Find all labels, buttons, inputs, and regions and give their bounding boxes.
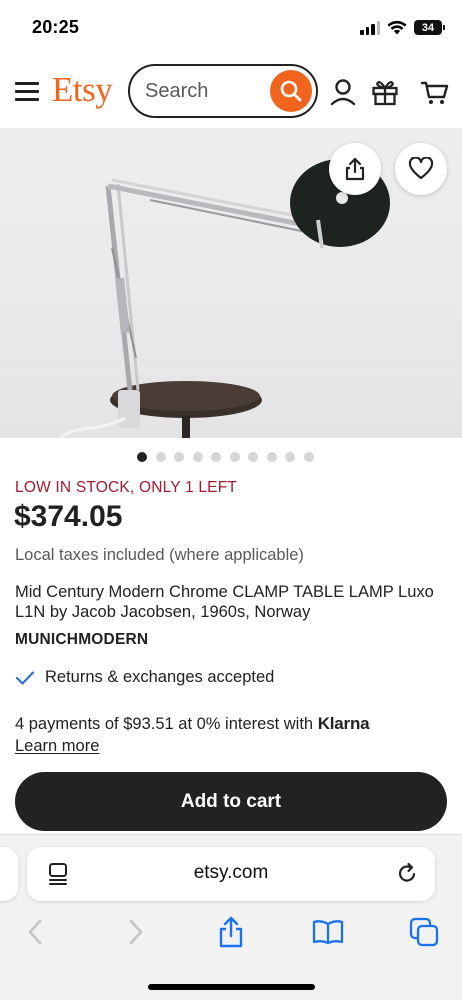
- status-indicators: 34: [360, 20, 445, 35]
- carousel-dot[interactable]: [174, 452, 184, 462]
- cart-icon[interactable]: [420, 77, 450, 107]
- learn-more-link[interactable]: Learn more: [15, 737, 99, 756]
- carousel-dot[interactable]: [155, 452, 166, 462]
- carousel-dot[interactable]: [137, 452, 147, 462]
- bookmarks-icon[interactable]: [312, 919, 344, 945]
- installment-info: 4 payments of $93.51 at 0% interest with…: [15, 714, 370, 734]
- forward-icon[interactable]: [124, 917, 146, 947]
- heart-icon: [408, 157, 434, 180]
- carousel-dot[interactable]: [192, 452, 203, 462]
- browser-toolbar: etsy.com: [0, 834, 462, 1000]
- share-sheet-icon[interactable]: [217, 915, 245, 949]
- cellular-signal-icon: [360, 20, 380, 35]
- share-button[interactable]: [329, 143, 381, 195]
- tax-note: Local taxes included (where applicable): [15, 546, 304, 564]
- carousel-dot[interactable]: [285, 452, 295, 462]
- home-indicator: [148, 984, 315, 990]
- gift-icon[interactable]: [370, 77, 400, 107]
- product-price: $374.05: [14, 500, 123, 533]
- wifi-icon: [387, 20, 407, 35]
- klarna-logo: Klarna: [317, 714, 370, 733]
- product-title: Mid Century Modern Chrome CLAMP TABLE LA…: [15, 583, 434, 621]
- address-bar[interactable]: etsy.com: [27, 847, 435, 901]
- search-icon: [280, 80, 302, 102]
- back-icon[interactable]: [25, 917, 47, 947]
- account-icon[interactable]: [328, 77, 358, 107]
- shop-name[interactable]: MUNICHMODERN: [15, 631, 148, 649]
- status-time: 20:25: [32, 17, 80, 37]
- favorite-button[interactable]: [395, 143, 447, 195]
- carousel-dot[interactable]: [229, 452, 240, 462]
- etsy-logo[interactable]: Etsy: [52, 70, 113, 110]
- carousel-dot[interactable]: [248, 452, 258, 462]
- status-bar: 20:25 34: [0, 0, 462, 56]
- share-icon: [345, 157, 365, 181]
- reload-icon[interactable]: [395, 861, 419, 885]
- site-header: Etsy: [0, 60, 462, 124]
- previous-tab-peek[interactable]: [0, 847, 18, 901]
- carousel-dot[interactable]: [266, 452, 277, 462]
- returns-label: Returns & exchanges accepted: [45, 668, 275, 686]
- search-input[interactable]: [145, 78, 265, 104]
- menu-icon[interactable]: [15, 82, 39, 102]
- battery-level: 34: [421, 21, 435, 34]
- stock-notice: LOW IN STOCK, ONLY 1 LEFT: [15, 479, 238, 496]
- lamp-photo: [59, 159, 390, 438]
- checkmark-icon: [15, 670, 35, 685]
- search-bar: [128, 64, 318, 118]
- add-to-cart-button[interactable]: Add to cart: [15, 772, 447, 831]
- product-image[interactable]: [0, 128, 462, 438]
- carousel-dot[interactable]: [303, 452, 314, 462]
- tabs-icon[interactable]: [409, 917, 439, 947]
- returns-policy: Returns & exchanges accepted: [15, 668, 274, 687]
- search-button[interactable]: [270, 70, 312, 112]
- url-text: etsy.com: [193, 862, 269, 883]
- installment-text: 4 payments of $93.51 at 0% interest with: [15, 715, 314, 733]
- image-carousel-dots: [137, 452, 314, 462]
- carousel-dot[interactable]: [211, 452, 221, 462]
- battery-icon: 34: [414, 20, 445, 35]
